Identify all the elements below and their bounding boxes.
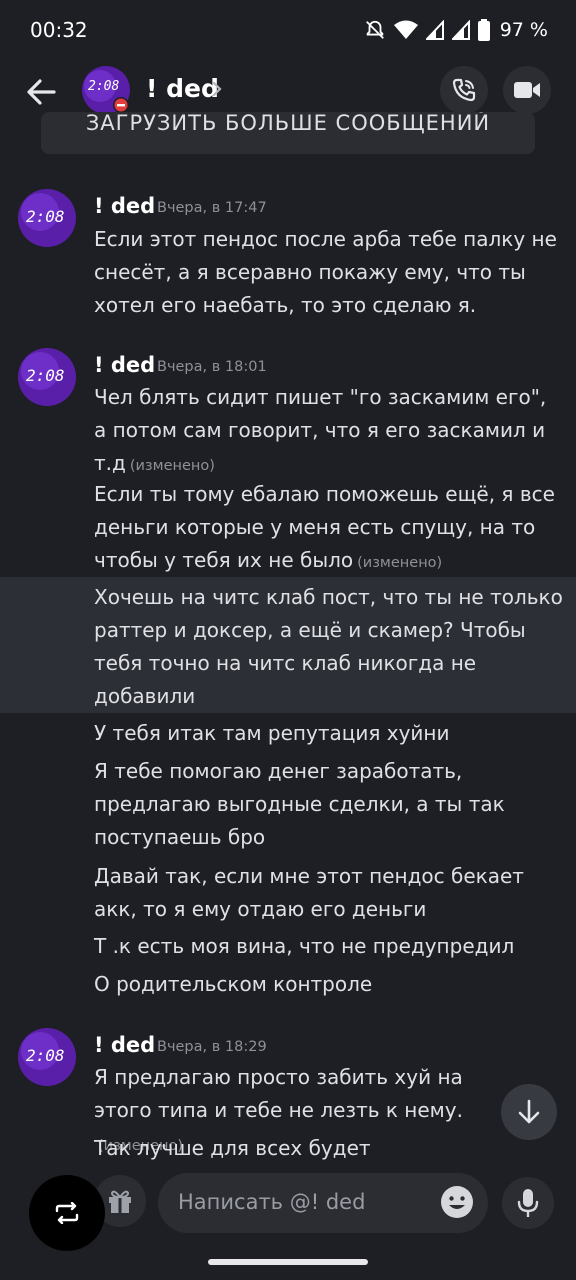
message-text[interactable]: У тебя итак там репутация хуйни [94,717,564,750]
message-text-content: Если ты тому ебалаю поможешь ещё, я все … [94,482,555,572]
back-arrow-icon[interactable] [22,74,60,110]
header-avatar-text: 2:08 [88,79,120,94]
chevron-right-icon[interactable] [211,80,223,98]
message-input[interactable]: Написать @! ded [158,1173,488,1233]
message-avatar[interactable]: 2:08 [18,1028,76,1086]
do-not-disturb-icon [365,20,384,39]
chat-title[interactable]: ! ded [146,74,219,103]
message-text[interactable]: Хочешь на читс клаб пост, что ты не толь… [94,581,564,713]
message-text[interactable]: Чел блять сидит пишет "го заскамим его",… [94,381,564,483]
message-timestamp: Вчера, в 18:01 [157,359,267,375]
avatar-clock-text: 2:08 [26,1046,65,1065]
wifi-icon [393,20,418,39]
video-call-button[interactable] [503,66,551,114]
battery-percent: 97 % [499,19,548,41]
message-input-placeholder: Написать @! ded [178,1190,366,1214]
message-avatar[interactable]: 2:08 [18,189,76,247]
gift-icon [109,1190,131,1213]
avatar-clock-text: 2:08 [26,366,65,385]
status-bar: 00:32 97 % [0,0,576,62]
message-timestamp: Вчера, в 17:47 [157,200,267,216]
header-avatar[interactable]: 2:08 [82,66,130,114]
arrow-down-icon [518,1099,540,1124]
edited-label: (изменено) [357,555,443,571]
jump-to-latest-button[interactable] [501,1084,557,1140]
message-text[interactable]: Если этот пендос после арба тебе палку н… [94,223,564,322]
voice-message-button[interactable] [502,1177,554,1229]
video-call-icon [514,82,540,98]
message-text[interactable]: Давай так, если мне этот пендос бекает а… [94,860,564,926]
message-timestamp: Вчера, в 18:29 [157,1039,267,1055]
edited-label: (изменено) [129,458,215,474]
message-text[interactable]: О родительском контроле [94,968,564,1001]
battery-icon [477,19,490,41]
voice-call-button[interactable] [440,66,488,114]
microphone-icon [517,1189,539,1217]
load-more-label: ЗАГРУЗИТЬ БОЛЬШЕ СООБЩЕНИЙ [85,112,491,135]
message-author[interactable]: ! ded [94,353,155,377]
emoji-icon[interactable] [440,1185,474,1219]
status-time: 00:32 [30,18,88,42]
load-more-button[interactable]: ЗАГРУЗИТЬ БОЛЬШЕ СООБЩЕНИЙ [41,112,535,154]
swap-button[interactable] [29,1175,105,1251]
message-author[interactable]: ! ded [94,194,155,218]
phone-call-icon [452,78,476,102]
swap-icon [55,1202,79,1224]
avatar-clock-text: 2:08 [26,207,65,226]
cell-signal-icon [425,20,444,40]
message-avatar[interactable]: 2:08 [18,348,76,406]
cell-signal-icon [451,20,470,40]
message-author[interactable]: ! ded [94,1033,155,1057]
status-icons: 97 % [364,16,548,44]
home-indicator[interactable] [208,1259,368,1265]
message-text[interactable]: Т .к есть моя вина, что не предупредил [94,930,564,963]
message-text[interactable]: Я тебе помогаю денег заработать, предлаг… [94,755,564,854]
message-text[interactable]: Если ты тому ебалаю поможешь ещё, я все … [94,478,564,580]
message-text-content: Я предлагаю просто забить хуй на этого т… [94,1065,463,1122]
